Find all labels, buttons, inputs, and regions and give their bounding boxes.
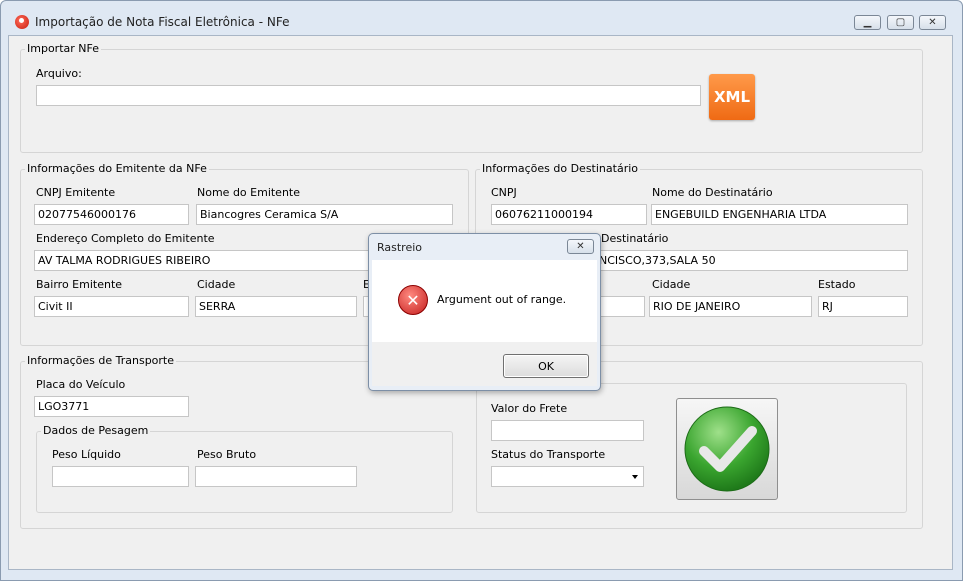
cidade-destinatario-label: Cidade <box>652 278 691 291</box>
nome-emitente-label: Nome do Emitente <box>197 186 301 199</box>
cnpj-emitente-field[interactable]: 02077546000176 <box>34 204 189 225</box>
placa-field[interactable]: LGO3771 <box>34 396 189 417</box>
status-transporte-select[interactable] <box>491 466 644 487</box>
nome-emitente-field[interactable]: Biancogres Ceramica S/A <box>196 204 453 225</box>
nome-destinatario-field[interactable]: ENGEBUILD ENGENHARIA LTDA <box>651 204 908 225</box>
dialog-body: ✕ Argument out of range. <box>372 260 597 342</box>
cnpj-emitente-label: CNPJ Emitente <box>36 186 116 199</box>
bairro-emitente-label: Bairro Emitente <box>36 278 123 291</box>
endereco-destinatario-field[interactable]: NCISCO,373,SALA 50 <box>595 250 908 271</box>
bairro-destinatario-field[interactable] <box>595 296 645 317</box>
cidade-emitente-label: Cidade <box>197 278 236 291</box>
frete-label: Valor do Frete <box>491 402 568 415</box>
endereco-destinatario-label: Destinatário <box>601 232 669 245</box>
transporte-group-label: Informações de Transporte <box>25 354 177 367</box>
confirm-button[interactable] <box>676 398 778 500</box>
arquivo-label: Arquivo: <box>36 67 82 80</box>
cidade-destinatario-field[interactable]: RIO DE JANEIRO <box>649 296 812 317</box>
destinatario-group-label: Informações do Destinatário <box>480 162 640 175</box>
maximize-button[interactable]: ▢ <box>887 15 914 30</box>
chevron-down-icon <box>632 475 638 479</box>
dialog-footer: OK <box>372 342 597 386</box>
close-icon: ✕ <box>928 17 937 28</box>
checkmark-icon <box>684 406 770 492</box>
close-button[interactable]: ✕ <box>919 15 946 30</box>
app-icon <box>15 15 29 29</box>
rastreio-dialog: Rastreio ✕ ✕ Argument out of range. OK <box>368 233 601 391</box>
dialog-close-button[interactable]: ✕ <box>567 239 594 254</box>
cidade-emitente-field[interactable]: SERRA <box>195 296 357 317</box>
estado-destinatario-label: Estado <box>818 278 856 291</box>
peso-liquido-field[interactable] <box>52 466 189 487</box>
bairro-emitente-field[interactable]: Civit II <box>34 296 189 317</box>
nome-destinatario-label: Nome do Destinatário <box>652 186 773 199</box>
pesagem-group-label: Dados de Pesagem <box>41 424 151 437</box>
ok-button[interactable]: OK <box>503 354 589 378</box>
peso-bruto-field[interactable] <box>195 466 357 487</box>
frete-field[interactable] <box>491 420 644 441</box>
estado-destinatario-field[interactable]: RJ <box>818 296 908 317</box>
window-title: Importação de Nota Fiscal Eletrônica - N… <box>35 15 290 29</box>
placa-label: Placa do Veículo <box>36 378 126 391</box>
cnpj-destinatario-field[interactable]: 06076211000194 <box>491 204 647 225</box>
dialog-message: Argument out of range. <box>437 293 567 306</box>
arquivo-input[interactable] <box>36 85 701 106</box>
xml-import-button[interactable]: XML <box>709 74 755 120</box>
emitente-group-label: Informações do Emitente da NFe <box>25 162 209 175</box>
cnpj-destinatario-label: CNPJ <box>491 186 517 199</box>
error-icon: ✕ <box>398 285 428 315</box>
dialog-title: Rastreio <box>377 241 423 254</box>
xml-icon: XML <box>713 88 751 106</box>
endereco-emitente-label: Endereço Completo do Emitente <box>36 232 215 245</box>
close-icon: ✕ <box>576 241 585 252</box>
maximize-icon: ▢ <box>895 17 906 28</box>
minimize-button[interactable]: ▁ <box>854 15 881 30</box>
importar-group-label: Importar NFe <box>25 42 101 55</box>
status-transporte-label: Status do Transporte <box>491 448 606 461</box>
peso-liquido-label: Peso Líquido <box>52 448 121 461</box>
peso-bruto-label: Peso Bruto <box>197 448 257 461</box>
title-bar: Importação de Nota Fiscal Eletrônica - N… <box>1 1 962 37</box>
minimize-icon: ▁ <box>863 17 872 28</box>
